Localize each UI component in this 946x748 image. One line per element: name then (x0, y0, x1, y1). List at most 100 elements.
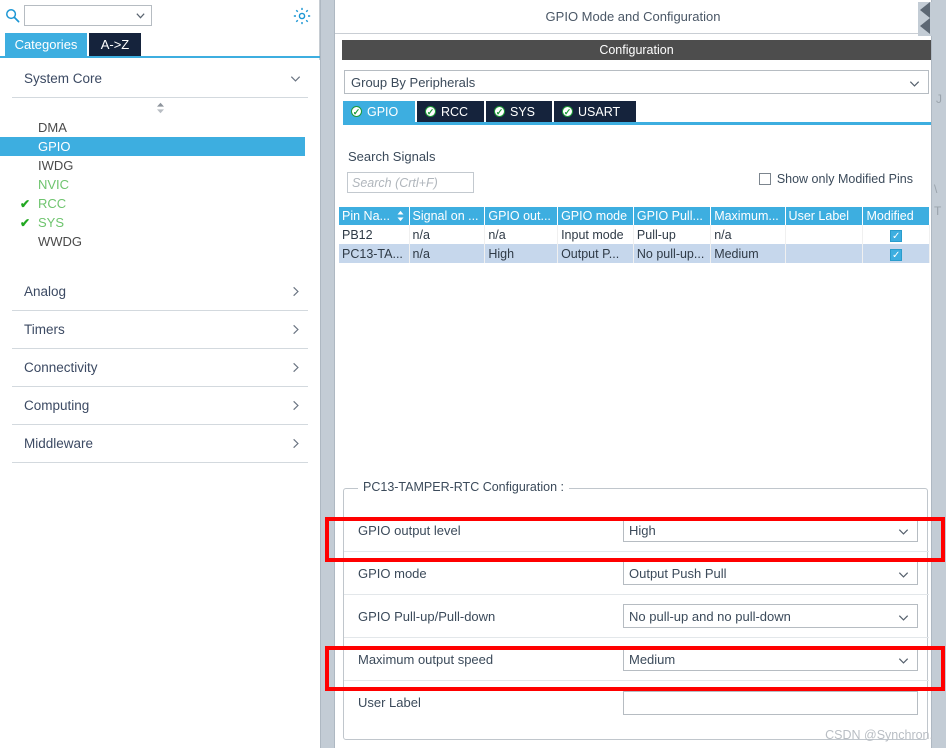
chevron-down-icon (897, 654, 910, 667)
user-label-input[interactable] (623, 690, 918, 715)
max-output-speed-select[interactable]: Medium (623, 647, 918, 671)
tab-sys[interactable]: ✓ SYS (486, 101, 552, 122)
cell-pin-name: PB12 (339, 225, 410, 244)
cell-gpio-pull: Pull-up (633, 225, 712, 244)
category-label: Timers (24, 322, 65, 337)
cell-gpio-pull: No pull-up... (633, 244, 712, 263)
configuration-section-header: Configuration (342, 40, 931, 60)
tab-categories[interactable]: Categories (5, 33, 87, 56)
left-search-row (0, 0, 320, 30)
group-by-value: Group By Peripherals (351, 74, 476, 90)
sidebar-item-label: GPIO (38, 139, 71, 154)
check-icon: ✓ (890, 248, 903, 261)
tab-a-to-z[interactable]: A->Z (89, 33, 141, 56)
sidebar-item-label: NVIC (38, 177, 70, 192)
check-icon: ✓ (890, 229, 903, 242)
pin-configuration-legend: PC13-TAMPER-RTC Configuration : (358, 480, 569, 494)
category-group-analog: Analog (12, 273, 308, 311)
cell-user-label (785, 225, 864, 244)
chevron-right-icon (289, 323, 302, 336)
left-search-combo[interactable] (24, 4, 152, 26)
watermark: CSDN @Synchron. (825, 728, 933, 742)
category-header-timers[interactable]: Timers (12, 311, 308, 349)
column-header-gpio-mode[interactable]: GPIO mode (557, 207, 634, 225)
check-icon: ✔ (20, 216, 31, 230)
tab-categories-label: Categories (14, 37, 78, 52)
config-label: GPIO output level (358, 522, 461, 538)
sidebar-item-gpio[interactable]: GPIO (0, 137, 305, 156)
sidebar-item-label: SYS (38, 215, 65, 230)
category-label: Computing (24, 398, 90, 413)
sidebar-item-wwdg[interactable]: WWDG (12, 232, 308, 251)
sidebar-item-nvic[interactable]: NVIC (12, 175, 308, 194)
signal-search-field[interactable] (347, 172, 474, 193)
config-label: GPIO mode (358, 565, 427, 581)
search-icon (0, 0, 24, 30)
sidebar-item-sys[interactable]: ✔ SYS (12, 213, 308, 232)
peripheral-tabs-underline (343, 122, 931, 125)
table-header-row: Pin Na... Signal on ... GPIO out... GPIO… (339, 207, 930, 225)
category-tree: System Core DMA GPIO IWDG NVIC ✔ RCC ✔ S… (0, 60, 320, 748)
gear-icon[interactable] (292, 6, 312, 26)
column-header-user-label[interactable]: User Label (785, 207, 864, 225)
group-by-select[interactable]: Group By Peripherals (344, 70, 929, 94)
gpio-output-level-value: High (629, 522, 656, 538)
sidebar-item-dma[interactable]: DMA (12, 118, 308, 137)
column-header-signal-on[interactable]: Signal on ... (409, 207, 486, 225)
sidebar-item-label: WWDG (38, 234, 83, 249)
check-circle-icon: ✓ (494, 106, 505, 117)
tab-gpio[interactable]: ✓ GPIO (343, 101, 415, 122)
gpio-mode-select[interactable]: Output Push Pull (623, 561, 918, 585)
chevron-down-icon (908, 77, 921, 90)
show-modified-pins-checkbox[interactable]: Show only Modified Pins (758, 172, 913, 186)
column-header-maximum-speed[interactable]: Maximum... (710, 207, 786, 225)
cell-gpio-mode: Output P... (557, 244, 634, 263)
chevron-down-icon (897, 525, 910, 538)
category-label: Analog (24, 284, 67, 299)
cell-modified: ✓ (862, 225, 930, 244)
tab-usart[interactable]: ✓ USART (554, 101, 636, 122)
cell-gpio-mode: Input mode (557, 225, 634, 244)
signal-search-input[interactable] (348, 173, 473, 192)
cell-pin-name: PC13-TA... (339, 244, 410, 263)
config-row-gpio-output-level: GPIO output level High (344, 509, 929, 552)
left-panel: Categories A->Z System Core DMA GPIO IWD… (0, 0, 320, 748)
right-panel: GPIO Mode and Configuration Configuratio… (335, 0, 931, 748)
category-header-system-core[interactable]: System Core (12, 60, 308, 98)
clipped-text-fragment: J (936, 92, 942, 106)
panel-splitter[interactable] (320, 0, 335, 748)
sidebar-item-label: IWDG (38, 158, 74, 173)
chevron-down-icon (289, 72, 302, 85)
column-header-gpio-pull[interactable]: GPIO Pull... (633, 207, 712, 225)
category-header-analog[interactable]: Analog (12, 273, 308, 311)
category-group-computing: Computing (12, 387, 308, 425)
table-row[interactable]: PB12 n/a n/a Input mode Pull-up n/a ✓ (339, 225, 930, 244)
category-label: Middleware (24, 436, 94, 451)
category-header-connectivity[interactable]: Connectivity (12, 349, 308, 387)
gpio-pull-select[interactable]: No pull-up and no pull-down (623, 604, 918, 628)
column-header-gpio-output[interactable]: GPIO out... (484, 207, 559, 225)
tabs-underline (0, 56, 320, 58)
left-search-input[interactable] (25, 6, 129, 24)
max-output-speed-value: Medium (629, 651, 676, 667)
category-group-timers: Timers (12, 311, 308, 349)
column-header-modified[interactable]: Modified (862, 207, 930, 225)
tab-rcc[interactable]: ✓ RCC (417, 101, 484, 122)
tab-usart-label: USART (578, 104, 621, 119)
category-header-middleware[interactable]: Middleware (12, 425, 308, 463)
check-icon: ✔ (20, 197, 31, 211)
category-header-computing[interactable]: Computing (12, 387, 308, 425)
cell-maximum: Medium (710, 244, 786, 263)
sidebar-item-rcc[interactable]: ✔ RCC (12, 194, 308, 213)
gpio-output-level-select[interactable]: High (623, 518, 918, 542)
config-row-gpio-mode: GPIO mode Output Push Pull (344, 552, 929, 595)
table-row[interactable]: PC13-TA... n/a High Output P... No pull-… (339, 244, 930, 263)
cell-user-label (785, 244, 864, 263)
panel-collapse-control[interactable] (918, 2, 935, 36)
column-header-pin-name[interactable]: Pin Na... (339, 207, 410, 225)
pin-table: Pin Na... Signal on ... GPIO out... GPIO… (339, 207, 930, 263)
sidebar-item-iwdg[interactable]: IWDG (12, 156, 308, 175)
right-splitter[interactable] (931, 0, 946, 748)
tree-scroll-spinner[interactable] (12, 98, 308, 118)
config-row-user-label: User Label (344, 681, 929, 724)
